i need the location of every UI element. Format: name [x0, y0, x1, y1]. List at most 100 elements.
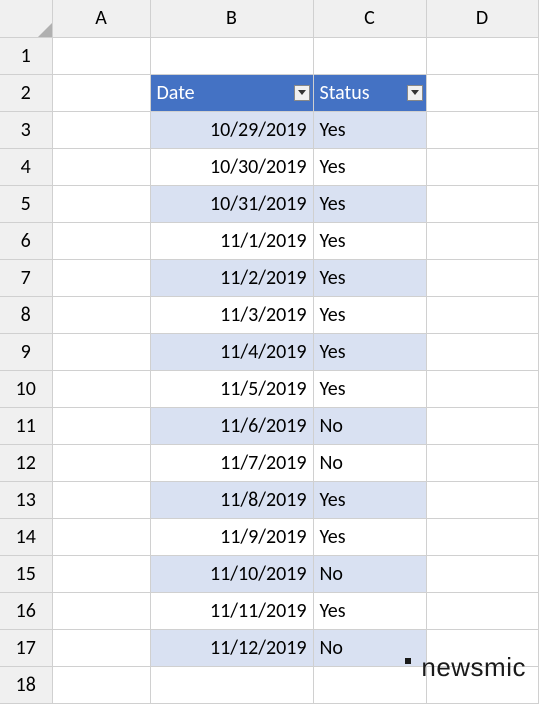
cell-status[interactable]: Yes	[313, 370, 426, 407]
cell[interactable]	[52, 555, 150, 592]
cell[interactable]	[52, 444, 150, 481]
cell[interactable]	[426, 74, 538, 111]
cell-status[interactable]: Yes	[313, 518, 426, 555]
cell[interactable]	[426, 444, 538, 481]
watermark: newsmic	[405, 652, 526, 683]
cell[interactable]	[426, 592, 538, 629]
table-header-status[interactable]: Status	[313, 74, 426, 111]
row-header-10[interactable]: 10	[0, 370, 52, 407]
row-header-12[interactable]: 12	[0, 444, 52, 481]
cell[interactable]	[52, 481, 150, 518]
col-header-c[interactable]: C	[313, 0, 426, 37]
cell[interactable]	[426, 296, 538, 333]
header-label: Date	[157, 81, 195, 105]
cell[interactable]	[426, 518, 538, 555]
spreadsheet-grid: A B C D 1 2 Date Status 310/29/2019Yes 4…	[0, 0, 539, 704]
cell-status[interactable]: Yes	[313, 481, 426, 518]
cell[interactable]	[52, 666, 150, 703]
cell-date[interactable]: 11/3/2019	[150, 296, 313, 333]
cell-date[interactable]: 11/9/2019	[150, 518, 313, 555]
cell[interactable]	[52, 518, 150, 555]
row-header-16[interactable]: 16	[0, 592, 52, 629]
cell-date[interactable]: 11/4/2019	[150, 333, 313, 370]
cell[interactable]	[426, 37, 538, 74]
cell[interactable]	[52, 259, 150, 296]
cell-status[interactable]: Yes	[313, 259, 426, 296]
cell-status[interactable]: No	[313, 444, 426, 481]
row-header-14[interactable]: 14	[0, 518, 52, 555]
col-header-a[interactable]: A	[52, 0, 150, 37]
filter-button-status[interactable]	[407, 85, 423, 101]
cell[interactable]	[150, 37, 313, 74]
cell-status[interactable]: Yes	[313, 296, 426, 333]
cell[interactable]	[426, 185, 538, 222]
cell-date[interactable]: 10/31/2019	[150, 185, 313, 222]
cell-date[interactable]: 11/8/2019	[150, 481, 313, 518]
cell[interactable]	[52, 222, 150, 259]
cell-status[interactable]: Yes	[313, 333, 426, 370]
watermark-dot-icon	[405, 652, 417, 683]
row-header-7[interactable]: 7	[0, 259, 52, 296]
col-header-d[interactable]: D	[426, 0, 538, 37]
cell[interactable]	[52, 333, 150, 370]
header-label: Status	[320, 81, 370, 105]
cell[interactable]	[52, 629, 150, 666]
cell[interactable]	[52, 74, 150, 111]
cell[interactable]	[52, 296, 150, 333]
cell-status[interactable]: No	[313, 407, 426, 444]
filter-button-date[interactable]	[294, 85, 310, 101]
row-header-5[interactable]: 5	[0, 185, 52, 222]
cell[interactable]	[426, 222, 538, 259]
cell-date[interactable]: 10/29/2019	[150, 111, 313, 148]
row-header-18[interactable]: 18	[0, 666, 52, 703]
cell-status[interactable]: Yes	[313, 111, 426, 148]
cell-status[interactable]: No	[313, 555, 426, 592]
cell-date[interactable]: 11/1/2019	[150, 222, 313, 259]
cell[interactable]	[52, 370, 150, 407]
cell[interactable]	[52, 185, 150, 222]
table-header-date[interactable]: Date	[150, 74, 313, 111]
row-header-8[interactable]: 8	[0, 296, 52, 333]
cell[interactable]	[426, 111, 538, 148]
row-header-17[interactable]: 17	[0, 629, 52, 666]
row-header-1[interactable]: 1	[0, 37, 52, 74]
watermark-text: newsmic	[421, 652, 526, 683]
cell-status[interactable]: Yes	[313, 592, 426, 629]
cell-date[interactable]: 11/7/2019	[150, 444, 313, 481]
row-header-6[interactable]: 6	[0, 222, 52, 259]
cell-status[interactable]: Yes	[313, 222, 426, 259]
row-header-9[interactable]: 9	[0, 333, 52, 370]
row-header-3[interactable]: 3	[0, 111, 52, 148]
cell[interactable]	[150, 666, 313, 703]
select-all-corner[interactable]	[0, 0, 52, 37]
cell[interactable]	[313, 37, 426, 74]
row-header-11[interactable]: 11	[0, 407, 52, 444]
cell-date[interactable]: 11/12/2019	[150, 629, 313, 666]
cell[interactable]	[426, 148, 538, 185]
row-header-4[interactable]: 4	[0, 148, 52, 185]
cell-date[interactable]: 11/11/2019	[150, 592, 313, 629]
cell-status[interactable]: Yes	[313, 185, 426, 222]
cell[interactable]	[426, 481, 538, 518]
row-header-15[interactable]: 15	[0, 555, 52, 592]
col-header-b[interactable]: B	[150, 0, 313, 37]
row-header-13[interactable]: 13	[0, 481, 52, 518]
cell[interactable]	[426, 259, 538, 296]
cell-date[interactable]: 11/5/2019	[150, 370, 313, 407]
cell-date[interactable]: 11/10/2019	[150, 555, 313, 592]
cell-status[interactable]: Yes	[313, 148, 426, 185]
cell[interactable]	[52, 37, 150, 74]
row-header-2[interactable]: 2	[0, 74, 52, 111]
cell[interactable]	[52, 592, 150, 629]
cell[interactable]	[426, 333, 538, 370]
cell-date[interactable]: 11/2/2019	[150, 259, 313, 296]
cell[interactable]	[52, 111, 150, 148]
dropdown-icon	[298, 90, 306, 95]
cell[interactable]	[52, 407, 150, 444]
cell-date[interactable]: 10/30/2019	[150, 148, 313, 185]
cell[interactable]	[426, 407, 538, 444]
cell-date[interactable]: 11/6/2019	[150, 407, 313, 444]
cell[interactable]	[426, 370, 538, 407]
cell[interactable]	[52, 148, 150, 185]
cell[interactable]	[426, 555, 538, 592]
